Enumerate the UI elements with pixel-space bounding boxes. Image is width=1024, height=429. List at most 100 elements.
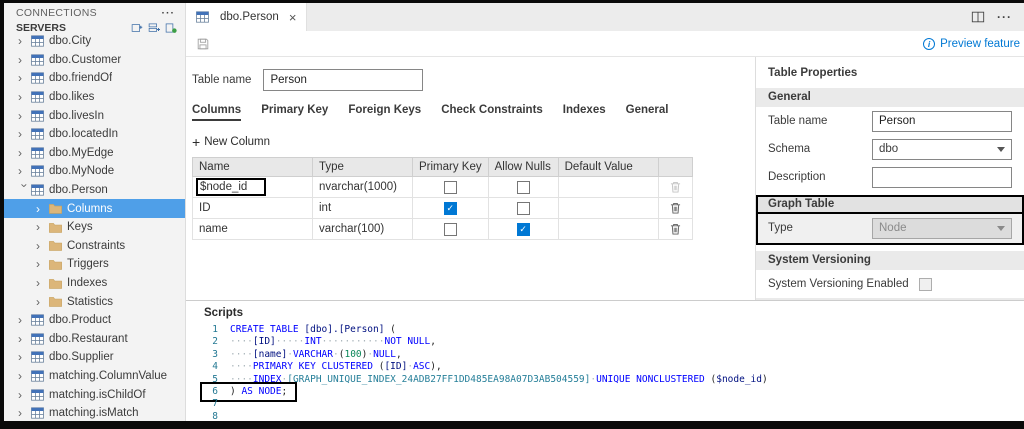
tree-item-triggers[interactable]: ›Triggers	[4, 255, 185, 274]
sql-script-editor[interactable]: 1CREATE TABLE [dbo].[Person] (2····[ID]·…	[204, 324, 1024, 421]
chevron-right-icon[interactable]: ›	[18, 34, 31, 48]
table-icon	[31, 165, 49, 177]
tree-item-dbo-restaurant[interactable]: ›dbo.Restaurant	[4, 330, 185, 349]
grid-row[interactable]: IDint ✓	[193, 198, 693, 219]
column-type-cell[interactable]: int	[313, 198, 413, 219]
chevron-right-icon[interactable]: ›	[18, 127, 31, 141]
save-icon[interactable]	[196, 37, 210, 51]
delete-row-icon[interactable]	[670, 223, 681, 235]
close-icon[interactable]: ×	[289, 10, 297, 25]
table-icon	[31, 351, 49, 363]
chevron-right-icon[interactable]: ›	[18, 90, 31, 104]
chevron-right-icon[interactable]: ›	[18, 53, 31, 67]
allow-nulls-checkbox[interactable]	[517, 202, 530, 215]
tree-item-dbo-city[interactable]: ›dbo.City	[4, 32, 185, 51]
chevron-right-icon[interactable]: ›	[36, 257, 49, 271]
preview-feature-link[interactable]: i Preview feature	[923, 38, 1020, 50]
annotation-highlight: 6) AS NODE;	[204, 386, 293, 398]
code-text: ····[ID]·····INT···········NOT NULL,	[230, 336, 436, 348]
designer-tab-general[interactable]: General	[626, 104, 669, 121]
chevron-right-icon[interactable]: ›	[36, 239, 49, 253]
more-actions-icon[interactable]: ···	[997, 10, 1012, 24]
chevron-right-icon[interactable]: ›	[18, 71, 31, 85]
allow-nulls-checkbox[interactable]: ✓	[517, 223, 530, 236]
schema-select[interactable]: dbo	[872, 139, 1012, 160]
default-value-cell[interactable]	[558, 219, 658, 240]
allow-nulls-checkbox[interactable]	[517, 181, 530, 194]
tree-item-label: dbo.locatedIn	[49, 128, 118, 140]
designer-tab-foreign-keys[interactable]: Foreign Keys	[348, 104, 421, 121]
chevron-right-icon[interactable]: ›	[36, 295, 49, 309]
tree-item-dbo-supplier[interactable]: ›dbo.Supplier	[4, 348, 185, 367]
chevron-down-icon[interactable]: ›	[18, 184, 32, 197]
chevron-right-icon[interactable]: ›	[18, 313, 31, 327]
tree-item-dbo-person[interactable]: ›dbo.Person	[4, 181, 185, 200]
tree-item-matching-columnvalue[interactable]: ›matching.ColumnValue	[4, 367, 185, 386]
designer-tab-check-constraints[interactable]: Check Constraints	[441, 104, 543, 121]
tree-item-dbo-likes[interactable]: › dbo.likes	[4, 88, 185, 107]
tree-item-dbo-livesin[interactable]: ›dbo.livesIn	[4, 106, 185, 125]
folder-icon	[49, 278, 67, 289]
line-number: 5	[204, 374, 218, 386]
tree-item-dbo-locatedin[interactable]: › dbo.locatedIn	[4, 125, 185, 144]
designer-tab-columns[interactable]: Columns	[192, 104, 241, 121]
system-versioning-checkbox[interactable]	[919, 278, 932, 291]
line-number: 1	[204, 324, 218, 336]
grid-column-header: Type	[313, 158, 413, 177]
properties-table-name-input[interactable]	[872, 111, 1012, 132]
grid-column-header: Allow Nulls	[488, 158, 558, 177]
chevron-right-icon[interactable]: ›	[18, 332, 31, 346]
more-actions-icon[interactable]: ···	[162, 7, 176, 19]
line-number: 4	[204, 361, 218, 373]
tree-item-dbo-mynode[interactable]: ›dbo.MyNode	[4, 162, 185, 181]
tree-item-columns[interactable]: ›Columns	[4, 199, 185, 218]
description-input[interactable]	[872, 167, 1012, 188]
annotation-highlight: $node_id	[199, 181, 263, 193]
new-column-button[interactable]: + New Column	[192, 136, 270, 148]
tree-item-keys[interactable]: ›Keys	[4, 218, 185, 237]
delete-row-icon[interactable]	[670, 202, 681, 214]
table-icon	[196, 11, 214, 23]
tree-item-dbo-product[interactable]: ›dbo.Product	[4, 311, 185, 330]
tree-item-statistics[interactable]: ›Statistics	[4, 292, 185, 311]
tree-item-matching-ischildof[interactable]: ›matching.isChildOf	[4, 385, 185, 404]
split-editor-icon[interactable]	[971, 10, 985, 24]
primary-key-checkbox[interactable]: ✓	[444, 202, 457, 215]
designer-tab-primary-key[interactable]: Primary Key	[261, 104, 328, 121]
primary-key-checkbox[interactable]	[444, 223, 457, 236]
column-type-cell[interactable]: varchar(100)	[313, 219, 413, 240]
grid-column-header: Primary Key	[413, 158, 489, 177]
tree-item-label: dbo.likes	[49, 91, 94, 103]
tree-item-dbo-myedge[interactable]: ›dbo.MyEdge	[4, 144, 185, 163]
default-value-cell[interactable]	[558, 198, 658, 219]
chevron-right-icon[interactable]: ›	[18, 350, 31, 364]
tree-item-constraints[interactable]: ›Constraints	[4, 237, 185, 256]
table-name-input[interactable]	[263, 69, 423, 91]
chevron-down-icon	[997, 147, 1005, 152]
delete-row-icon[interactable]	[670, 181, 681, 193]
column-type-cell[interactable]: nvarchar(1000)	[313, 177, 413, 198]
column-name-cell[interactable]: name	[193, 219, 313, 240]
chevron-right-icon[interactable]: ›	[18, 146, 31, 160]
column-name-cell[interactable]: $node_id	[193, 177, 313, 198]
editor-area: dbo.Person × ··· i Preview feature Table…	[186, 3, 1024, 421]
designer-tab-indexes[interactable]: Indexes	[563, 104, 606, 121]
tree-item-matching-ismatch[interactable]: ›matching.isMatch	[4, 404, 185, 421]
chevron-right-icon[interactable]: ›	[18, 406, 31, 420]
chevron-right-icon[interactable]: ›	[36, 202, 49, 216]
tab-dbo-person[interactable]: dbo.Person ×	[186, 3, 307, 31]
chevron-right-icon[interactable]: ›	[18, 369, 31, 383]
grid-row[interactable]: namevarchar(100) ✓	[193, 219, 693, 240]
chevron-right-icon[interactable]: ›	[36, 276, 49, 290]
tree-item-dbo-friendof[interactable]: ›dbo.friendOf	[4, 69, 185, 88]
tree-item-dbo-customer[interactable]: ›dbo.Customer	[4, 51, 185, 70]
column-name-cell[interactable]: ID	[193, 198, 313, 219]
default-value-cell[interactable]	[558, 177, 658, 198]
chevron-right-icon[interactable]: ›	[18, 164, 31, 178]
chevron-right-icon[interactable]: ›	[36, 220, 49, 234]
tree-item-indexes[interactable]: ›Indexes	[4, 274, 185, 293]
chevron-right-icon[interactable]: ›	[18, 109, 31, 123]
chevron-right-icon[interactable]: ›	[18, 388, 31, 402]
primary-key-checkbox[interactable]	[444, 181, 457, 194]
grid-row[interactable]: $node_id nvarchar(1000)	[193, 177, 693, 198]
